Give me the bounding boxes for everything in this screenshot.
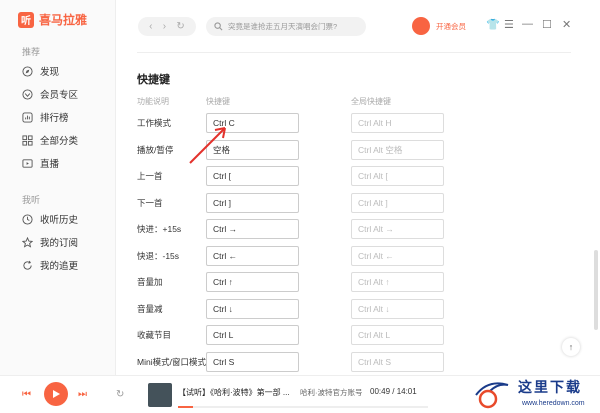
- hotkey-label: 工作模式: [137, 118, 172, 128]
- global-hotkey-input[interactable]: Ctrl Alt ]: [351, 193, 444, 213]
- hotkey-input[interactable]: Ctrl ↓: [206, 299, 299, 319]
- track-cover[interactable]: [148, 383, 172, 407]
- sidebar-item-follow-updates[interactable]: 我的追更: [22, 257, 78, 273]
- play-icon: [53, 390, 60, 398]
- vip-icon: [22, 88, 33, 100]
- hotkey-input[interactable]: Ctrl ]: [206, 193, 299, 213]
- hotkey-label: 快退：-15s: [137, 251, 180, 261]
- sidebar-item-discover[interactable]: 发现: [22, 63, 59, 79]
- hotkey-label: 音量加: [137, 277, 163, 287]
- shirt-icon[interactable]: 👕: [486, 18, 500, 31]
- global-hotkey-input[interactable]: Ctrl Alt ↑: [351, 272, 444, 292]
- sidebar-item-label: 直播: [40, 159, 60, 170]
- refresh-icon: [23, 260, 32, 270]
- section-my-listening: 我听: [22, 195, 41, 205]
- menu-icon[interactable]: ☰: [504, 18, 514, 31]
- nav-controls: ‹ › ↻: [138, 17, 196, 36]
- global-hotkey-input[interactable]: Ctrl Alt L: [351, 325, 444, 345]
- category-icon: [22, 134, 33, 146]
- global-hotkey-input[interactable]: Ctrl Alt H: [351, 113, 444, 133]
- watermark-logo: 这里下载 www.heredown.com: [462, 375, 600, 413]
- global-hotkey-input[interactable]: Ctrl Alt 空格: [351, 140, 444, 160]
- logo-icon: 听: [18, 11, 34, 28]
- sidebar-item-categories[interactable]: 全部分类: [22, 132, 78, 148]
- vip-button[interactable]: 开通会员: [436, 21, 466, 32]
- ranking-icon: [22, 111, 33, 123]
- hotkey-input[interactable]: Ctrl ←: [206, 246, 299, 266]
- sidebar-item-vip[interactable]: 会员专区: [22, 86, 78, 102]
- sidebar-item-history[interactable]: 收听历史: [22, 211, 78, 227]
- global-hotkey-input[interactable]: Ctrl Alt ↓: [351, 299, 444, 319]
- play-button[interactable]: [44, 382, 68, 406]
- sidebar-item-ranking[interactable]: 排行榜: [22, 109, 69, 125]
- compass-icon: [22, 65, 33, 77]
- sidebar-item-label: 排行榜: [40, 113, 69, 124]
- col-head-function: 功能说明: [137, 97, 169, 106]
- maximize-icon[interactable]: ☐: [542, 18, 552, 31]
- col-head-hotkey: 快捷键: [206, 97, 230, 106]
- app-name: 喜马拉雅: [39, 13, 88, 27]
- sidebar-item-label: 我的订阅: [40, 238, 79, 249]
- forward-icon[interactable]: ›: [163, 21, 166, 32]
- close-icon[interactable]: ✕: [562, 18, 571, 31]
- hotkey-label: 音量减: [137, 304, 163, 314]
- watermark-text: 这里下载: [518, 380, 582, 396]
- hotkey-label: Mini模式/窗口模式: [137, 357, 206, 367]
- loop-icon[interactable]: ↻: [116, 389, 124, 400]
- back-icon[interactable]: ‹: [149, 21, 152, 32]
- hotkey-input[interactable]: Ctrl ↑: [206, 272, 299, 292]
- hotkey-label: 上一首: [137, 171, 163, 181]
- annotation-arrow: [189, 127, 226, 164]
- sidebar-item-label: 收听历史: [40, 215, 79, 226]
- back-to-top-button[interactable]: ↑: [562, 338, 580, 356]
- sidebar-item-label: 全部分类: [40, 136, 79, 147]
- search-input[interactable]: 突竟是谁抢走五月天演唱会门票?: [206, 17, 366, 36]
- global-hotkey-input[interactable]: Ctrl Alt S: [351, 352, 444, 372]
- hotkey-input[interactable]: Ctrl [: [206, 166, 299, 186]
- search-icon: [214, 22, 223, 31]
- previous-icon[interactable]: ⏮: [22, 389, 31, 400]
- hotkey-label: 播放/暂停: [137, 145, 174, 155]
- refresh-icon[interactable]: ↻: [176, 21, 184, 32]
- track-title[interactable]: 【试听】《哈利·波特》第一部 ...: [178, 387, 290, 398]
- section-recommend: 推荐: [22, 47, 41, 57]
- sidebar-item-subscriptions[interactable]: 我的订阅: [22, 234, 78, 250]
- track-author[interactable]: 哈利·波特官方账号: [300, 387, 363, 398]
- global-hotkey-input[interactable]: Ctrl Alt [: [351, 166, 444, 186]
- minimize-icon[interactable]: —: [522, 18, 533, 30]
- hotkey-input[interactable]: Ctrl →: [206, 219, 299, 239]
- global-hotkey-input[interactable]: Ctrl Alt ←: [351, 246, 444, 266]
- live-icon: [22, 158, 33, 168]
- top-bar: ‹ › ↻ 突竟是谁抢走五月天演唱会门票? 开通会员 👕 ☰ — ☐ ✕: [116, 0, 600, 52]
- progress-bar[interactable]: [178, 406, 428, 408]
- track-time: 00:49 / 14:01: [370, 387, 417, 396]
- star-icon: [22, 236, 33, 248]
- sidebar-item-live[interactable]: 直播: [22, 155, 59, 171]
- sidebar-item-label: 发现: [40, 67, 60, 78]
- app-logo[interactable]: 听 喜马拉雅: [18, 11, 87, 28]
- hotkey-label: 下一首: [137, 198, 163, 208]
- next-icon[interactable]: ⏭: [78, 389, 87, 400]
- divider: [137, 52, 571, 53]
- hotkey-input[interactable]: Ctrl L: [206, 325, 299, 345]
- clock-icon: [22, 213, 33, 225]
- sidebar: 听 喜马拉雅 推荐 发现 会员专区 排行榜 全部分类 直播 我听 收听历史 我的…: [0, 0, 116, 375]
- page-title: 快捷键: [137, 74, 170, 86]
- watermark-emblem-icon: [475, 382, 509, 409]
- sidebar-item-label: 会员专区: [40, 90, 79, 101]
- sidebar-item-label: 我的追更: [40, 261, 79, 272]
- watermark-url: www.heredown.com: [522, 400, 585, 407]
- hotkey-label: 收藏节目: [137, 330, 172, 340]
- hotkey-input[interactable]: Ctrl S: [206, 352, 299, 372]
- avatar[interactable]: [412, 17, 430, 35]
- global-hotkey-input[interactable]: Ctrl Alt →: [351, 219, 444, 239]
- scrollbar[interactable]: [594, 250, 598, 330]
- search-placeholder: 突竟是谁抢走五月天演唱会门票?: [228, 22, 338, 31]
- progress-fill: [178, 406, 193, 408]
- col-head-global: 全局快捷键: [351, 97, 391, 106]
- hotkey-label: 快进：+15s: [137, 224, 182, 234]
